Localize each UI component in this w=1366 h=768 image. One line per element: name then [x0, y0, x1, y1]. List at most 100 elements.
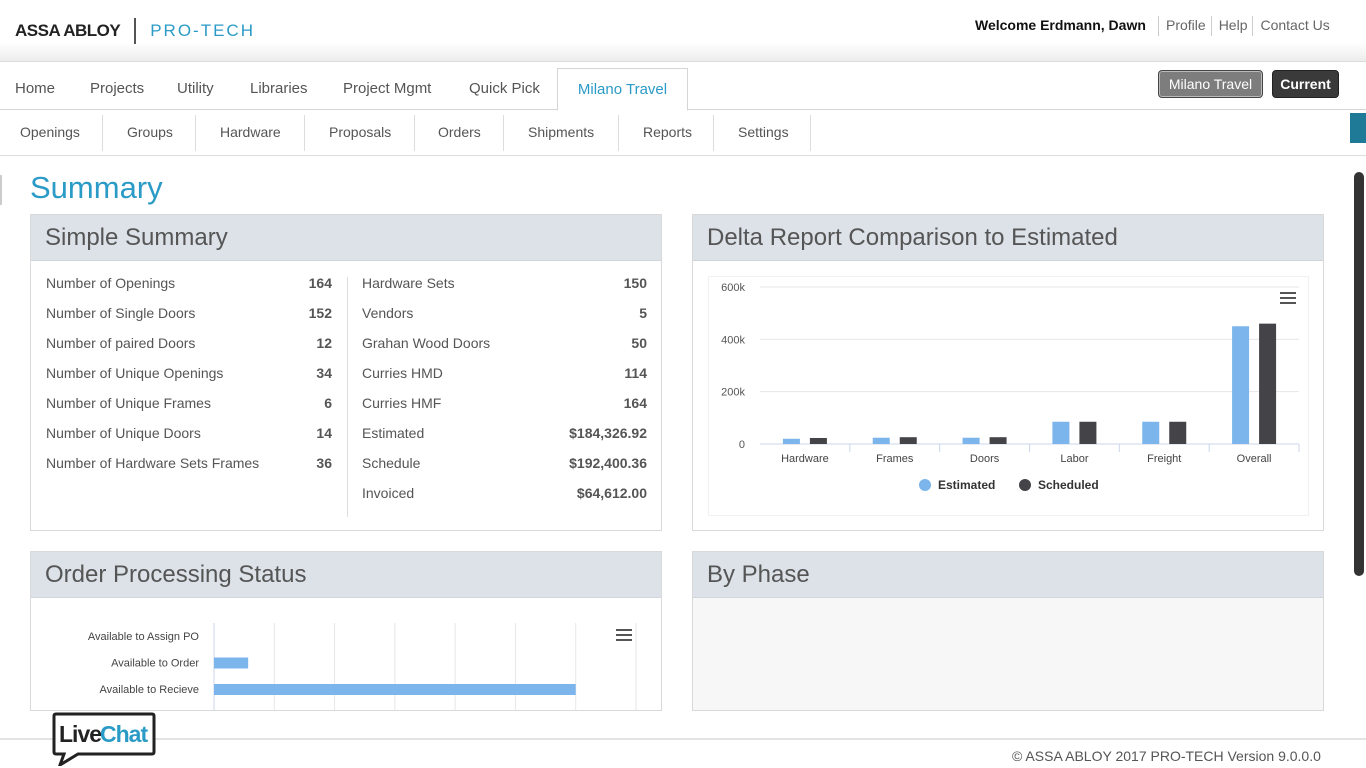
summary-value: 6: [324, 395, 332, 411]
scrollbar-thumb[interactable]: [1354, 172, 1364, 576]
subnav-proposals[interactable]: Proposals: [329, 115, 415, 151]
help-link[interactable]: Help: [1210, 16, 1253, 36]
bar-estimated: [782, 438, 800, 444]
x-tick-label: Hardware: [781, 453, 829, 465]
bar-scheduled: [1079, 421, 1097, 444]
order-chart: Available to Assign PO Available to Order…: [46, 613, 647, 710]
summary-row: Number of Openings 164: [46, 275, 332, 305]
summary-row: Number of Single Doors 152: [46, 305, 332, 335]
category-label: Available to Recieve: [100, 684, 199, 696]
livechat-bubble-icon: Live Chat: [52, 712, 156, 768]
summary-row: Number of Unique Frames 6: [46, 395, 332, 425]
summary-label: Number of Unique Frames: [46, 395, 211, 411]
livechat-chat: Chat: [100, 721, 148, 747]
category-label: Available to Assign PO: [88, 631, 200, 643]
y-tick-label: 600k: [721, 282, 745, 294]
bar-estimated: [962, 437, 980, 444]
delta-chart-svg: 0 200k 400k 600k Hardware Frames Doors Labor Fre…: [721, 282, 1300, 492]
x-tick-label: Frames: [876, 453, 914, 465]
subnav-hardware[interactable]: Hardware: [220, 115, 305, 151]
status-bar: [214, 684, 576, 695]
summary-value: 12: [316, 335, 332, 351]
summary-value: 14: [316, 425, 332, 441]
summary-value: $184,326.92: [569, 425, 647, 441]
bar-scheduled: [989, 437, 1007, 444]
x-tick-label: Overall: [1237, 453, 1272, 465]
x-tick-label: Labor: [1060, 453, 1088, 465]
summary-row: Number of Unique Doors 14: [46, 425, 332, 455]
summary-row: Vendors 5: [362, 305, 647, 335]
x-tick-label: Freight: [1147, 453, 1181, 465]
current-button[interactable]: Current: [1272, 70, 1339, 98]
bar-scheduled: [899, 437, 917, 444]
nav-libraries[interactable]: Libraries: [250, 80, 308, 97]
brand-logo[interactable]: ASSA ABLOY PRO-TECH: [15, 18, 255, 44]
summary-right-column: Hardware Sets 150 Vendors 5 Grahan Wood Door…: [362, 275, 647, 515]
summary-value: 152: [308, 305, 332, 321]
simple-summary-panel: Simple Summary Number of Openings 164 Numb…: [30, 214, 662, 531]
delta-report-title: Delta Report Comparison to Estimated: [693, 215, 1323, 261]
x-tick-label: Doors: [970, 453, 1000, 465]
nav-home[interactable]: Home: [15, 80, 55, 97]
welcome-text: Welcome Erdmann, Dawn: [975, 17, 1146, 33]
summary-row: Curries HMF 164: [362, 395, 647, 425]
footer-copyright: © ASSA ABLOY 2017 PRO-TECH Version 9.0.0…: [1012, 748, 1321, 764]
by-phase-body: [693, 598, 1323, 710]
y-tick-label: 400k: [721, 334, 745, 346]
summary-label: Schedule: [362, 455, 421, 471]
footer-divider: [0, 738, 1366, 740]
order-chart-menu-icon[interactable]: [616, 629, 632, 641]
livechat-widget[interactable]: Live Chat: [52, 710, 156, 768]
nav-quick-pick[interactable]: Quick Pick: [469, 80, 540, 97]
summary-row: Hardware Sets 150: [362, 275, 647, 305]
brand-pro-tech: PRO-TECH: [150, 21, 255, 40]
subnav-groups[interactable]: Groups: [127, 115, 196, 151]
subnav-reports[interactable]: Reports: [643, 115, 714, 151]
order-processing-title: Order Processing Status: [31, 552, 661, 598]
bar-estimated: [1142, 421, 1160, 444]
delta-chart: 0 200k 400k 600k Hardware Frames Doors Labor Fre…: [708, 276, 1309, 516]
subnav-shipments[interactable]: Shipments: [528, 115, 619, 151]
subnav-settings[interactable]: Settings: [738, 115, 811, 151]
contact-us-link[interactable]: Contact Us: [1252, 16, 1334, 36]
brand-separator: [134, 18, 137, 44]
bar-scheduled: [1259, 323, 1277, 444]
summary-label: Grahan Wood Doors: [362, 335, 491, 351]
nav-projects[interactable]: Projects: [90, 80, 144, 97]
summary-label: Number of paired Doors: [46, 335, 196, 351]
summary-value: 5: [639, 305, 647, 321]
nav-project-mgmt[interactable]: Project Mgmt: [343, 80, 431, 97]
bar-estimated: [1232, 326, 1250, 444]
profile-link[interactable]: Profile: [1158, 16, 1211, 36]
summary-row: Grahan Wood Doors 50: [362, 335, 647, 365]
subnav-openings[interactable]: Openings: [20, 115, 103, 151]
project-button[interactable]: Milano Travel: [1158, 70, 1263, 98]
summary-value: 114: [624, 365, 647, 381]
summary-value: 34: [316, 365, 332, 381]
nav-utility[interactable]: Utility: [177, 80, 214, 97]
legend-scheduled-marker: [1019, 479, 1031, 491]
summary-label: Number of Openings: [46, 275, 176, 291]
summary-divider: [347, 277, 348, 517]
bar-estimated: [872, 437, 890, 444]
top-links: Profile Help Contact Us: [1158, 16, 1335, 36]
nav-milano-travel-tab[interactable]: Milano Travel: [557, 68, 688, 111]
simple-summary-title: Simple Summary: [31, 215, 661, 261]
summary-value: 50: [631, 335, 647, 351]
side-panel-toggle[interactable]: [1350, 113, 1366, 143]
subnav-orders[interactable]: Orders: [438, 115, 504, 151]
summary-label: Vendors: [362, 305, 414, 321]
by-phase-title: By Phase: [693, 552, 1323, 598]
summary-value: 150: [623, 275, 647, 291]
status-bar: [214, 657, 249, 669]
summary-row: Curries HMD 114: [362, 365, 647, 395]
legend-scheduled-label: Scheduled: [1038, 478, 1099, 492]
summary-label: Number of Unique Doors: [46, 425, 201, 441]
bar-estimated: [1052, 421, 1070, 444]
summary-label: Hardware Sets: [362, 275, 455, 291]
legend-estimated-label: Estimated: [938, 478, 995, 492]
chart-menu-icon[interactable]: [1280, 292, 1296, 304]
delta-report-panel: Delta Report Comparison to Estimated 0 20…: [692, 214, 1324, 531]
y-tick-label: 200k: [721, 387, 745, 399]
by-phase-panel: By Phase: [692, 551, 1324, 711]
